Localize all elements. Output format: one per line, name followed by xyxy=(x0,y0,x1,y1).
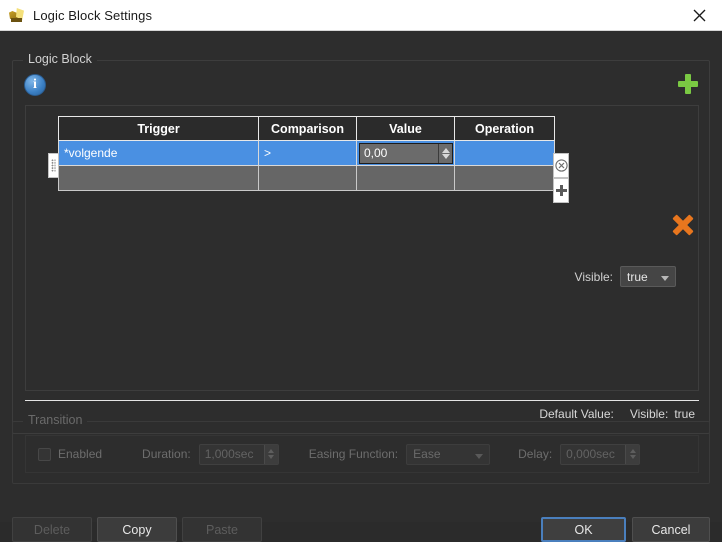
transition-controls: Enabled Duration: 1,000sec Easing Functi… xyxy=(25,435,699,473)
visible-dropdown-value: true xyxy=(627,269,648,284)
value-spinbox-steppers[interactable] xyxy=(438,143,452,163)
transition-enabled-label: Enabled xyxy=(58,447,103,461)
window-titlebar: Logic Block Settings xyxy=(0,0,722,31)
cell-trigger[interactable]: *volgende xyxy=(58,140,259,166)
row-delete-circle-x-icon[interactable] xyxy=(553,153,569,178)
transition-group-title: Transition xyxy=(23,413,88,427)
default-value-label: Default Value: xyxy=(539,407,614,421)
paste-button[interactable]: Paste xyxy=(182,517,262,542)
stepper-up-icon[interactable] xyxy=(268,449,275,453)
logic-block-group: Logic Block i Trigger Comparison Value O… xyxy=(12,52,710,434)
cell-value[interactable]: 0,00 xyxy=(356,140,455,166)
cancel-button[interactable]: Cancel xyxy=(632,517,710,542)
table-row[interactable] xyxy=(58,165,555,191)
cell-trigger[interactable] xyxy=(58,165,259,191)
column-header-trigger: Trigger xyxy=(58,116,259,141)
table-header-row: Trigger Comparison Value Operation xyxy=(58,116,555,141)
duration-value: 1,000sec xyxy=(204,447,254,461)
dialog-body: Logic Block i Trigger Comparison Value O… xyxy=(0,31,722,542)
easing-function-value: Ease xyxy=(413,447,441,461)
delay-field[interactable]: 0,000sec xyxy=(560,443,641,465)
chevron-down-icon xyxy=(661,276,669,281)
duration-label: Duration: xyxy=(142,447,191,461)
column-header-value: Value xyxy=(356,116,455,141)
stepper-down-icon[interactable] xyxy=(441,153,450,159)
copy-button[interactable]: Copy xyxy=(97,517,177,542)
value-spinbox-text: 0,00 xyxy=(364,146,388,160)
transition-enabled-checkbox[interactable]: Enabled xyxy=(38,447,102,461)
row-drag-handle[interactable] xyxy=(48,153,59,178)
add-rule-plus-icon[interactable] xyxy=(677,73,699,95)
easing-function-dropdown[interactable]: Ease xyxy=(406,443,491,465)
stepper-down-icon[interactable] xyxy=(268,455,275,459)
cell-operation[interactable] xyxy=(454,140,555,166)
delay-value: 0,000sec xyxy=(566,447,615,461)
delay-steppers[interactable] xyxy=(625,444,640,464)
delay-label: Delay: xyxy=(518,447,553,461)
transition-group: Transition Enabled Duration: 1,000sec Ea… xyxy=(12,413,710,484)
easing-function-label: Easing Function: xyxy=(308,447,399,461)
row-add-plus-icon[interactable] xyxy=(553,178,569,203)
rules-table: Trigger Comparison Value Operation *volg… xyxy=(58,116,555,191)
remove-logic-block-x-icon[interactable] xyxy=(672,214,694,236)
stepper-up-icon[interactable] xyxy=(629,449,636,453)
cell-comparison[interactable] xyxy=(258,165,357,191)
app-trophy-icon xyxy=(9,7,25,23)
default-value-separator xyxy=(25,400,699,401)
delete-button[interactable]: Delete xyxy=(12,517,92,542)
ok-button[interactable]: OK xyxy=(541,517,626,542)
visible-dropdown[interactable]: true xyxy=(620,266,676,287)
info-icon: i xyxy=(24,74,46,96)
close-icon[interactable] xyxy=(677,0,722,30)
column-header-operation: Operation xyxy=(454,116,555,141)
table-row[interactable]: *volgende > 0,00 xyxy=(58,140,555,166)
value-spinbox[interactable]: 0,00 xyxy=(359,142,453,164)
cell-operation[interactable] xyxy=(454,165,555,191)
default-value-row: Default Value: Visible: true xyxy=(539,407,695,421)
duration-steppers[interactable] xyxy=(263,444,278,464)
default-value-value: true xyxy=(674,407,695,421)
chevron-down-icon xyxy=(475,453,484,459)
cell-comparison[interactable]: > xyxy=(258,140,357,166)
visible-label: Visible: xyxy=(574,269,613,284)
checkbox-box-icon[interactable] xyxy=(38,447,51,461)
duration-field[interactable]: 1,000sec xyxy=(198,443,279,465)
column-header-comparison: Comparison xyxy=(258,116,357,141)
stepper-up-icon[interactable] xyxy=(441,147,450,153)
cell-value[interactable] xyxy=(356,165,455,191)
stepper-down-icon[interactable] xyxy=(629,455,636,459)
rules-table-container: Trigger Comparison Value Operation *volg… xyxy=(25,105,699,391)
visible-property-row: Visible: true xyxy=(575,266,676,287)
logic-block-group-title: Logic Block xyxy=(23,52,97,66)
default-value-property: Visible: xyxy=(629,407,669,421)
window-title: Logic Block Settings xyxy=(33,7,153,23)
